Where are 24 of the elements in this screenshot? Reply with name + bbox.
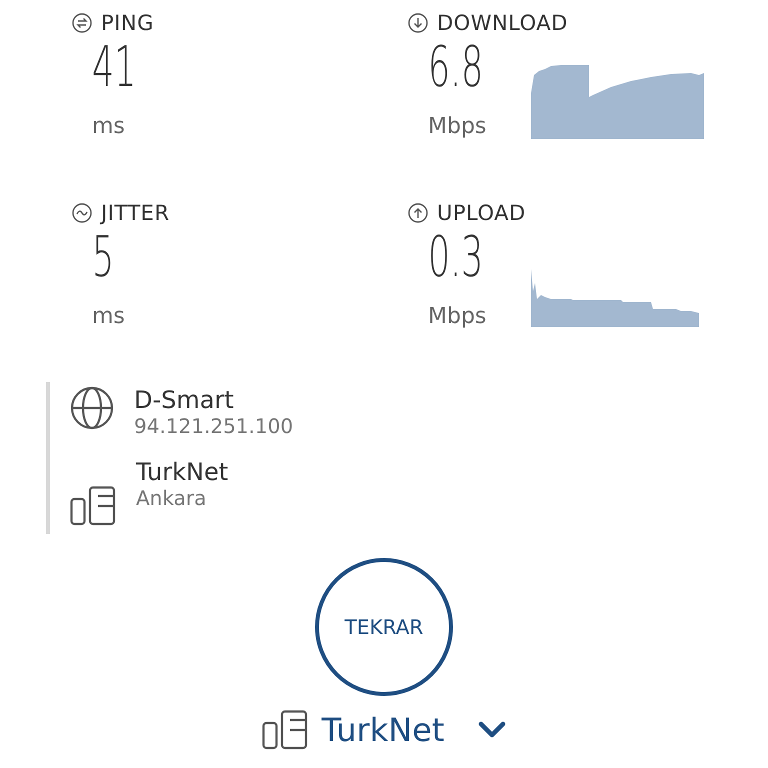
metric-unit: ms [92,114,126,139]
globe-icon [70,386,114,430]
server-selector[interactable]: TurkNet [322,711,444,749]
swap-arrows-icon [72,13,92,33]
connection-name: TurkNet [136,458,228,486]
connection-name: D-Smart [134,386,235,414]
metric-value: 6.8 [428,36,484,100]
connection-detail: Ankara [136,486,208,510]
metric-label: DOWNLOAD [437,11,568,35]
wave-icon [72,203,92,223]
metric-unit: Mbps [428,304,488,329]
retry-button[interactable]: TEKRAR [315,558,453,696]
connection-detail: 94.121.251.100 [134,414,294,438]
metric-unit: Mbps [428,114,488,139]
server-icon [262,710,308,750]
metric-value: 0.3 [428,226,484,290]
metric-label: UPLOAD [437,201,526,225]
metric-label: PING [101,11,154,35]
server-icon [70,486,116,526]
chevron-down-icon[interactable] [478,721,506,739]
metric-value: 41 [92,36,136,100]
metric-unit: ms [92,304,126,329]
metric-value: 5 [92,226,114,290]
metric-label: JITTER [101,201,170,225]
